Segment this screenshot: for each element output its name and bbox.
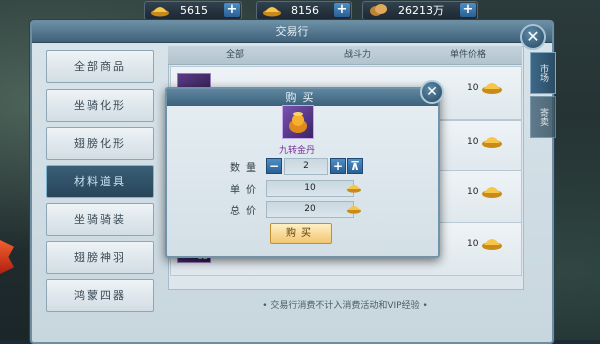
panel-title: 交易行 bbox=[275, 25, 309, 38]
category-all[interactable]: 全部商品 bbox=[46, 50, 154, 83]
increase-button[interactable]: + bbox=[330, 158, 346, 174]
golden-elixir-icon bbox=[289, 112, 307, 133]
category-materials[interactable]: 材料道具 bbox=[46, 165, 154, 198]
category-mount-transform[interactable]: 坐骑化形 bbox=[46, 89, 154, 122]
quantity-input[interactable]: 2 bbox=[284, 158, 328, 175]
add-coins-button[interactable]: + bbox=[460, 3, 476, 17]
gold-ingot-icon bbox=[347, 185, 361, 193]
copper-coins-icon bbox=[370, 4, 387, 16]
add-bound-gold-button[interactable]: + bbox=[334, 3, 350, 17]
quantity-label: 数量 bbox=[230, 163, 262, 174]
panel-title-bar: 交易行 bbox=[32, 22, 552, 43]
category-wing-feather[interactable]: 翅膀神羽 bbox=[46, 241, 154, 274]
gold-ingot-icon bbox=[482, 187, 502, 198]
column-power: 战斗力 bbox=[344, 50, 372, 60]
currency-coins: 26213万 + bbox=[362, 1, 478, 20]
category-mount-gear[interactable]: 坐骑骑装 bbox=[46, 203, 154, 236]
row-price: 10 bbox=[467, 83, 479, 93]
currency-bound-gold-value: 8156 bbox=[291, 4, 319, 17]
unit-price-label: 单价 bbox=[230, 185, 262, 196]
currency-bar: 5615 + 8156 + 26213万 + bbox=[140, 0, 600, 20]
total-price-value: 20 bbox=[266, 201, 354, 218]
category-hongmeng-items[interactable]: 鸿蒙四器 bbox=[46, 279, 154, 312]
item-icon bbox=[282, 105, 314, 139]
column-price: 单件价格 bbox=[450, 50, 487, 60]
gold-ingot-icon bbox=[482, 239, 502, 250]
row-price: 10 bbox=[467, 137, 479, 147]
footer-note: • 交易行消费不计入消费活动和VIP经验 • bbox=[262, 301, 428, 311]
gold-ingot-icon bbox=[263, 7, 281, 17]
table-header: 全部 战斗力 单件价格 bbox=[168, 46, 522, 65]
tab-consign[interactable]: 寄卖 bbox=[530, 96, 556, 138]
filter-dropdown[interactable]: 全部 bbox=[226, 46, 244, 64]
add-gold-button[interactable]: + bbox=[224, 3, 240, 17]
unit-price-value: 10 bbox=[266, 180, 354, 197]
buy-button[interactable]: 购买 bbox=[270, 223, 332, 244]
item-name: 九转金丹 bbox=[278, 146, 315, 156]
currency-bound-gold: 8156 + bbox=[256, 1, 352, 20]
total-price-label: 总价 bbox=[230, 206, 262, 217]
category-wing-transform[interactable]: 翅膀化形 bbox=[46, 127, 154, 160]
row-price: 10 bbox=[467, 239, 479, 249]
max-quantity-button[interactable]: ⊼ bbox=[347, 158, 363, 174]
currency-gold-value: 5615 bbox=[180, 4, 208, 17]
tab-market[interactable]: 市场 bbox=[530, 52, 556, 94]
dialog-close-button[interactable]: ✕ bbox=[420, 80, 444, 104]
gold-ingot-icon bbox=[482, 83, 502, 94]
dialog-header: 购买 bbox=[167, 89, 438, 106]
gold-ingot-icon bbox=[151, 7, 169, 17]
gold-ingot-icon bbox=[482, 137, 502, 148]
decrease-button[interactable]: − bbox=[266, 158, 282, 174]
dialog-title: 购买 bbox=[285, 91, 320, 104]
currency-coins-value: 26213万 bbox=[398, 4, 444, 17]
currency-gold: 5615 + bbox=[144, 1, 242, 20]
gold-ingot-icon bbox=[347, 206, 361, 214]
row-price: 10 bbox=[467, 187, 479, 197]
